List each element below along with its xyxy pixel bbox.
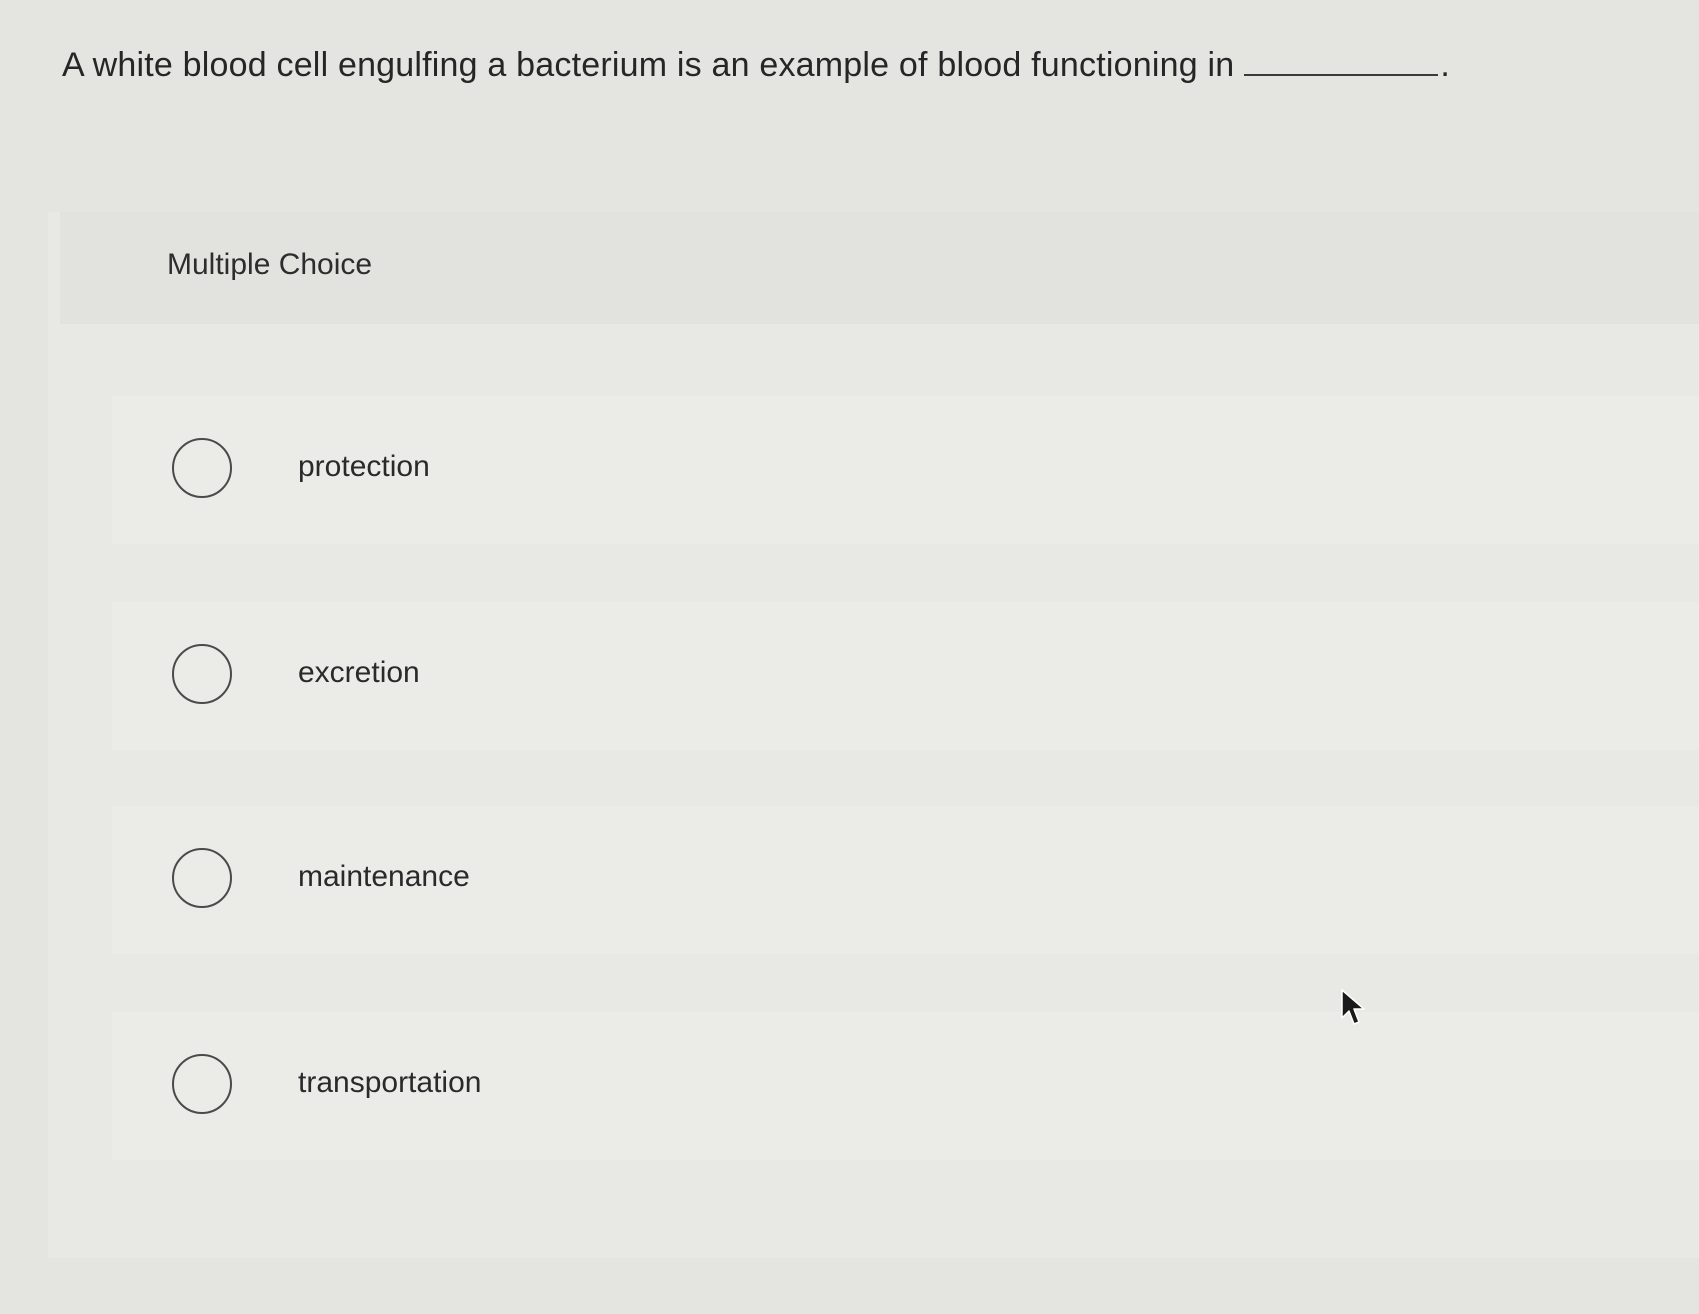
- answer-option-transportation[interactable]: transportation: [112, 1012, 1699, 1160]
- answer-blank: [1244, 50, 1439, 76]
- multiple-choice-panel: Multiple Choice protection excretion mai…: [48, 212, 1699, 1258]
- multiple-choice-label: Multiple Choice: [167, 248, 373, 281]
- answer-option-label: excretion: [298, 656, 420, 689]
- answer-option-excretion[interactable]: excretion: [112, 602, 1699, 750]
- multiple-choice-header: Multiple Choice: [60, 212, 1699, 324]
- question-text: A white blood cell engulfing a bacterium…: [62, 46, 1235, 84]
- question-prompt: A white blood cell engulfing a bacterium…: [62, 46, 1450, 85]
- radio-unchecked-icon[interactable]: [172, 644, 232, 704]
- radio-unchecked-icon[interactable]: [172, 1054, 232, 1114]
- answer-option-label: transportation: [298, 1066, 482, 1099]
- mouse-pointer-icon: [1341, 989, 1365, 1025]
- radio-unchecked-icon[interactable]: [172, 438, 232, 498]
- radio-unchecked-icon[interactable]: [172, 848, 232, 908]
- answer-option-label: maintenance: [298, 860, 470, 893]
- answer-option-maintenance[interactable]: maintenance: [112, 806, 1699, 954]
- question-period: .: [1440, 46, 1450, 84]
- answer-option-label: protection: [298, 450, 430, 483]
- answer-option-protection[interactable]: protection: [112, 396, 1699, 544]
